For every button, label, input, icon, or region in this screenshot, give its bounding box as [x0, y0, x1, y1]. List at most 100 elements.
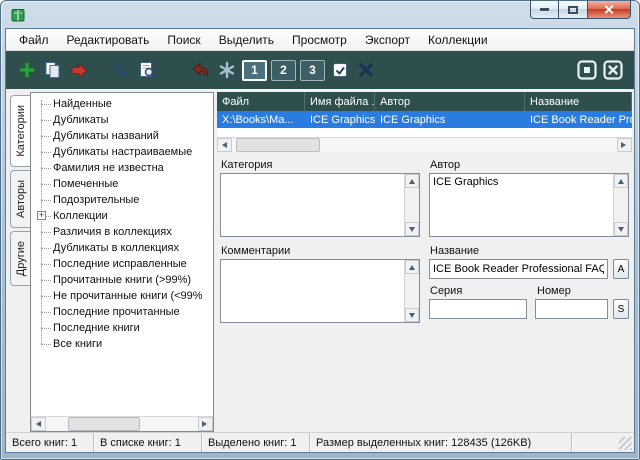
scroll-track[interactable] [46, 417, 198, 431]
scroll-thumb[interactable] [68, 417, 140, 431]
close-button[interactable] [587, 1, 631, 19]
status-filler [572, 433, 634, 452]
table-hscrollbar[interactable] [217, 137, 632, 152]
tree-item[interactable]: Дубликаты названий [33, 128, 211, 144]
menu-search[interactable]: Поиск [158, 31, 209, 49]
category-tree: Найденные Дубликаты Дубликаты названий Д… [31, 93, 213, 416]
status-selected-size: Размер выделенных книг: 128435 (126KB) [310, 433, 572, 452]
column-header-file[interactable]: Файл [217, 92, 305, 111]
tree-item[interactable]: Фамилия не известна [33, 160, 211, 176]
author-vscrollbar[interactable] [613, 174, 628, 236]
category-input[interactable] [221, 174, 404, 236]
tree-item[interactable]: Найденные [33, 96, 211, 112]
category-tree-panel: Найденные Дубликаты Дубликаты названий Д… [30, 92, 214, 432]
app-window: Файл Редактировать Поиск Выделить Просмо… [0, 0, 640, 460]
table-row-selected[interactable]: X:\Books\Ma... ICE Graphics... ICE Graph… [217, 111, 632, 128]
status-list-books: В списке книг: 1 [94, 433, 202, 452]
export-button[interactable] [66, 57, 92, 83]
scroll-down-button[interactable] [405, 222, 419, 236]
search-button[interactable] [108, 57, 134, 83]
window-controls [530, 1, 631, 19]
tree-item[interactable]: Последние прочитанные [33, 304, 211, 320]
view-mode-3-button[interactable]: 3 [300, 60, 325, 81]
menu-select[interactable]: Выделить [210, 31, 283, 49]
maximize-button[interactable] [559, 1, 587, 19]
scroll-track[interactable] [232, 138, 617, 152]
tree-item[interactable]: Различия в коллекциях [33, 224, 211, 240]
scroll-right-button[interactable] [617, 138, 632, 152]
scroll-left-button[interactable] [217, 138, 232, 152]
series-input[interactable] [429, 299, 527, 319]
category-label: Категория [221, 159, 420, 171]
delete-icon [356, 60, 376, 80]
category-vscrollbar[interactable] [404, 174, 419, 236]
scroll-up-button[interactable] [405, 174, 419, 188]
comments-vscrollbar[interactable] [404, 260, 419, 322]
title-input[interactable] [429, 259, 608, 279]
tree-item[interactable]: Прочитанные книги (>99%) [33, 272, 211, 288]
menu-file[interactable]: Файл [10, 31, 58, 49]
author-input[interactable]: ICE Graphics [430, 174, 613, 236]
scroll-right-button[interactable] [198, 417, 213, 431]
close-panel-button[interactable] [600, 57, 626, 83]
scroll-left-button[interactable] [31, 417, 46, 431]
close-panel-icon [602, 59, 624, 81]
scroll-thumb[interactable] [236, 138, 320, 152]
scroll-up-icon [618, 179, 624, 184]
view-mode-2-button[interactable]: 2 [271, 60, 296, 81]
search-icon [111, 60, 131, 80]
titlebar[interactable] [1, 1, 639, 28]
scroll-up-icon [409, 265, 415, 270]
restore-panel-icon [576, 59, 598, 81]
tree-item[interactable]: Дубликаты в коллекциях [33, 240, 211, 256]
check-button[interactable] [327, 57, 353, 83]
tree-item[interactable]: Помеченные [33, 176, 211, 192]
tree-item[interactable]: Все книги [33, 336, 211, 352]
tree-hscrollbar[interactable] [31, 416, 213, 431]
search-document-button[interactable] [134, 57, 160, 83]
menu-export[interactable]: Экспорт [356, 31, 419, 49]
tree-item[interactable]: Подозрительные [33, 192, 211, 208]
delete-button[interactable] [353, 57, 379, 83]
restore-panel-button[interactable] [574, 57, 600, 83]
title-label: Название [430, 245, 629, 257]
cell-filename: ICE Graphics... [305, 114, 375, 126]
asterisk-button[interactable] [214, 57, 240, 83]
tree-item[interactable]: Не прочитанные книги (<99% [33, 288, 211, 304]
asterisk-icon [217, 60, 237, 80]
column-header-author[interactable]: Автор [375, 92, 525, 111]
status-total-books: Всего книг: 1 [6, 433, 94, 452]
comments-input[interactable] [221, 260, 404, 322]
undo-button[interactable] [188, 57, 214, 83]
sidebar-tab-authors[interactable]: Авторы [10, 170, 30, 228]
add-book-button[interactable] [14, 57, 40, 83]
series-side-button[interactable]: S [613, 299, 629, 319]
scroll-up-button[interactable] [614, 174, 628, 188]
tree-item-label: Коллекции [53, 210, 108, 222]
minimize-button[interactable] [530, 1, 559, 19]
tree-item[interactable]: Дубликаты [33, 112, 211, 128]
tree-item[interactable]: Последние книги [33, 320, 211, 336]
column-header-title[interactable]: Название [525, 92, 632, 111]
scroll-down-button[interactable] [614, 222, 628, 236]
scroll-down-button[interactable] [405, 308, 419, 322]
sidebar-tab-others[interactable]: Другие [10, 231, 30, 286]
column-header-filename[interactable]: Имя файла ... [305, 92, 375, 111]
view-mode-1-button[interactable]: 1 [242, 60, 267, 81]
scroll-up-button[interactable] [405, 260, 419, 274]
menu-view[interactable]: Просмотр [283, 31, 356, 49]
menu-collections[interactable]: Коллекции [419, 31, 497, 49]
resize-grip[interactable] [619, 437, 632, 450]
number-input[interactable] [535, 299, 608, 319]
title-side-button[interactable]: A [613, 259, 629, 279]
expand-icon[interactable]: + [37, 211, 46, 220]
tree-item[interactable]: Дубликаты настраиваемые [33, 144, 211, 160]
tree-item-collections[interactable]: + Коллекции [33, 208, 211, 224]
tree-item[interactable]: Последние исправленные [33, 256, 211, 272]
menu-edit[interactable]: Редактировать [58, 31, 159, 49]
scroll-right-icon [621, 142, 631, 148]
close-icon [604, 4, 615, 15]
document-search-icon [137, 60, 157, 80]
copy-button[interactable] [40, 57, 66, 83]
sidebar-tab-categories[interactable]: Категории [10, 95, 30, 167]
